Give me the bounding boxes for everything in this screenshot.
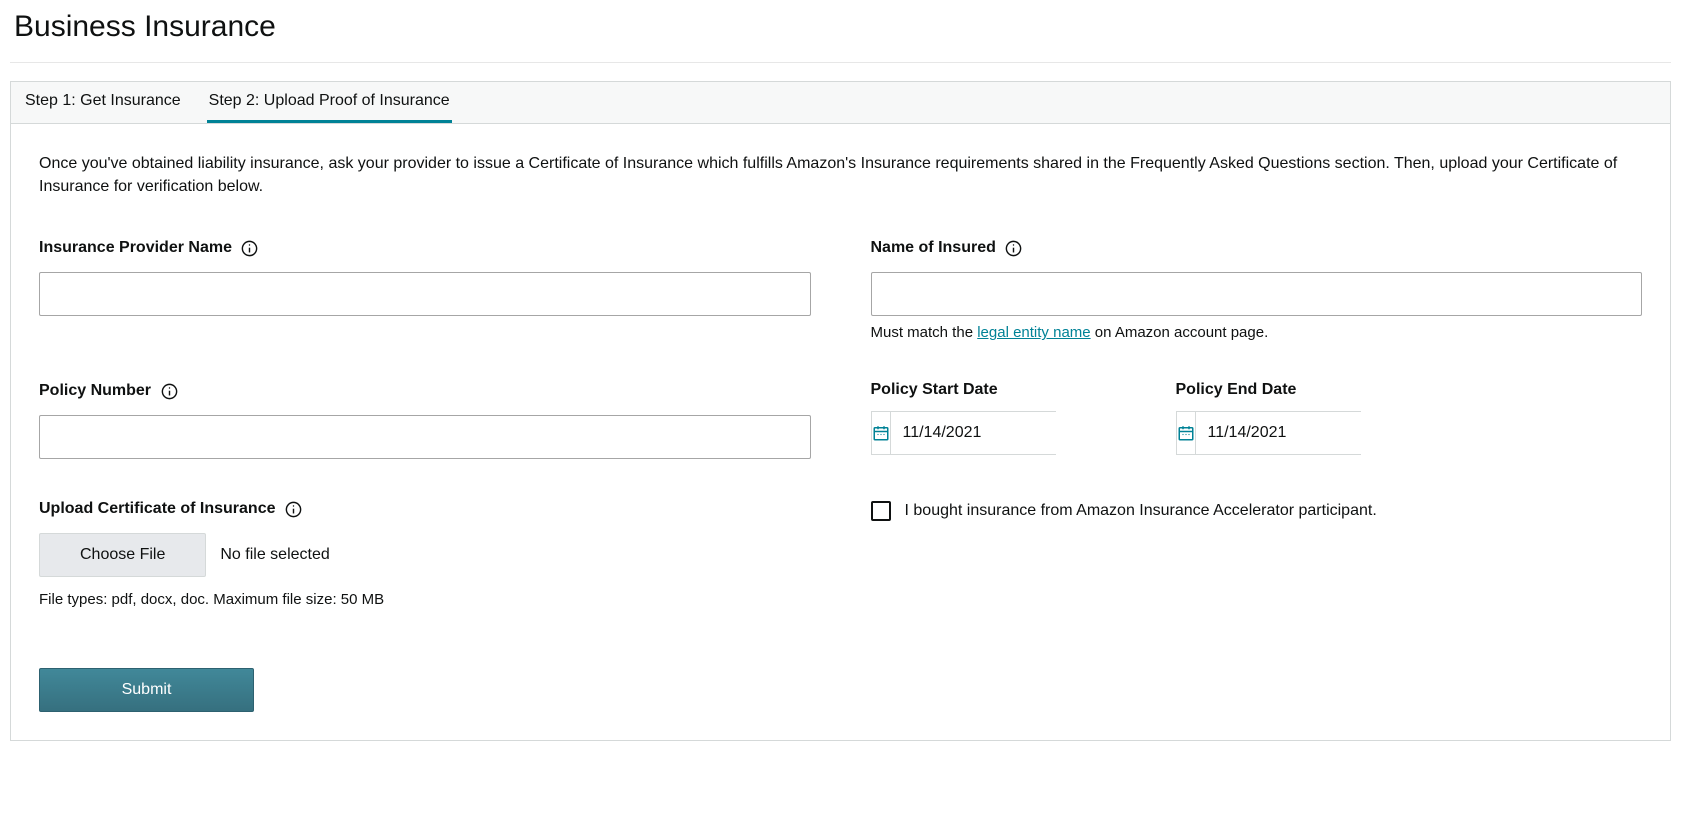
submit-button[interactable]: Submit (39, 668, 254, 712)
info-icon[interactable] (240, 238, 260, 258)
calendar-icon[interactable] (1177, 412, 1196, 454)
file-hint: File types: pdf, docx, doc. Maximum file… (39, 591, 811, 608)
info-icon[interactable] (284, 499, 304, 519)
tab-panel: Once you've obtained liability insurance… (10, 123, 1671, 741)
info-icon[interactable] (159, 381, 179, 401)
field-dates: Policy Start Date (871, 381, 1643, 459)
field-insured-name: Name of Insured Must match the legal ent… (871, 238, 1643, 341)
start-date-wrapper (871, 411, 1056, 455)
legal-entity-link[interactable]: legal entity name (977, 324, 1090, 341)
start-date-input[interactable] (891, 412, 1122, 454)
end-date-wrapper (1176, 411, 1361, 455)
upload-label: Upload Certificate of Insurance (39, 500, 276, 518)
field-provider-name: Insurance Provider Name (39, 238, 811, 341)
insured-name-label: Name of Insured (871, 239, 996, 257)
tab-step-1[interactable]: Step 1: Get Insurance (23, 82, 183, 123)
field-policy-number: Policy Number (39, 381, 811, 459)
provider-name-label: Insurance Provider Name (39, 239, 232, 257)
tab-step-2[interactable]: Step 2: Upload Proof of Insurance (207, 82, 452, 123)
tabs-bar: Step 1: Get Insurance Step 2: Upload Pro… (10, 81, 1671, 123)
accelerator-checkbox[interactable] (871, 501, 891, 521)
provider-name-input[interactable] (39, 272, 811, 316)
insured-help-text: Must match the legal entity name on Amaz… (871, 324, 1643, 341)
policy-number-input[interactable] (39, 415, 811, 459)
page-title: Business Insurance (10, 10, 1671, 63)
end-date-input[interactable] (1196, 412, 1427, 454)
intro-text: Once you've obtained liability insurance… (39, 152, 1642, 198)
field-upload: Upload Certificate of Insurance Choose F… (39, 499, 811, 608)
policy-number-label: Policy Number (39, 382, 151, 400)
end-date-label: Policy End Date (1176, 381, 1297, 399)
info-icon[interactable] (1004, 238, 1024, 258)
choose-file-button[interactable]: Choose File (39, 533, 206, 577)
file-status: No file selected (220, 546, 329, 564)
start-date-label: Policy Start Date (871, 381, 998, 399)
calendar-icon[interactable] (872, 412, 891, 454)
accelerator-label: I bought insurance from Amazon Insurance… (905, 502, 1377, 520)
field-accelerator: I bought insurance from Amazon Insurance… (871, 499, 1643, 598)
insured-name-input[interactable] (871, 272, 1643, 316)
